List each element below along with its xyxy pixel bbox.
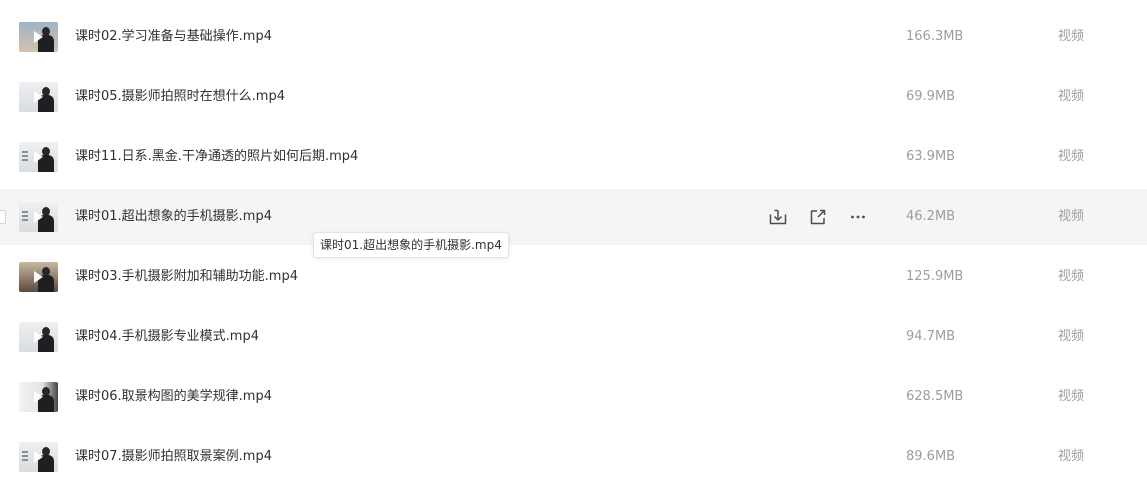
file-name[interactable]: 课时01.超出想象的手机摄影.mp4	[75, 207, 272, 227]
file-name[interactable]: 课时03.手机摄影附加和辅助功能.mp4	[75, 267, 298, 287]
file-row[interactable]: 课时04.手机摄影专业模式.mp4 94.7MB 视频	[0, 309, 1147, 365]
file-type: 视频	[1058, 269, 1085, 284]
file-name[interactable]: 课时05.摄影师拍照时在想什么.mp4	[75, 87, 285, 107]
play-icon	[34, 31, 43, 43]
file-row[interactable]: 课时07.摄影师拍照取景案例.mp4 89.6MB 视频	[0, 429, 1147, 485]
file-type: 视频	[1058, 29, 1085, 44]
file-name[interactable]: 课时06.取景构图的美学规律.mp4	[75, 387, 272, 407]
video-thumbnail	[19, 262, 58, 292]
file-name[interactable]: 课时04.手机摄影专业模式.mp4	[75, 327, 259, 347]
video-thumbnail	[19, 322, 58, 352]
video-thumbnail	[19, 82, 58, 112]
file-size: 94.7MB	[906, 329, 956, 344]
file-type: 视频	[1058, 149, 1085, 164]
file-type: 视频	[1058, 209, 1085, 224]
file-size: 63.9MB	[906, 149, 956, 164]
file-row[interactable]: 课时05.摄影师拍照时在想什么.mp4 69.9MB 视频	[0, 69, 1147, 125]
file-size: 69.9MB	[906, 89, 956, 104]
play-icon	[34, 451, 43, 463]
video-thumbnail	[19, 202, 58, 232]
file-type: 视频	[1058, 389, 1085, 404]
file-row[interactable]: 课时03.手机摄影附加和辅助功能.mp4 125.9MB 视频	[0, 249, 1147, 305]
file-size: 166.3MB	[906, 29, 964, 44]
filename-tooltip: 课时01.超出想象的手机摄影.mp4	[313, 232, 509, 258]
video-thumbnail	[19, 442, 58, 472]
file-type: 视频	[1058, 89, 1085, 104]
play-icon	[34, 391, 43, 403]
play-icon	[34, 211, 43, 223]
file-row[interactable]: 课时11.日系.黑金.干净通透的照片如何后期.mp4 63.9MB 视频	[0, 129, 1147, 185]
file-type: 视频	[1058, 449, 1085, 464]
file-size: 628.5MB	[906, 389, 964, 404]
file-row-hovered[interactable]: 课时01.超出想象的手机摄影.mp4 46.2MB 视频	[0, 189, 1147, 245]
file-row[interactable]: 课时02.学习准备与基础操作.mp4 166.3MB 视频	[0, 9, 1147, 65]
file-row[interactable]: 课时06.取景构图的美学规律.mp4 628.5MB 视频	[0, 369, 1147, 425]
share-icon[interactable]	[806, 205, 830, 229]
file-size: 89.6MB	[906, 449, 956, 464]
file-name[interactable]: 课时02.学习准备与基础操作.mp4	[75, 27, 272, 47]
video-thumbnail	[19, 22, 58, 52]
download-icon[interactable]	[766, 205, 790, 229]
play-icon	[34, 91, 43, 103]
file-list: 课时02.学习准备与基础操作.mp4 166.3MB 视频 课时05.摄影师拍照…	[0, 0, 1147, 502]
more-icon[interactable]	[846, 205, 870, 229]
video-thumbnail	[19, 142, 58, 172]
file-name[interactable]: 课时07.摄影师拍照取景案例.mp4	[75, 447, 272, 467]
file-name[interactable]: 课时11.日系.黑金.干净通透的照片如何后期.mp4	[75, 147, 358, 167]
row-checkbox[interactable]	[0, 210, 6, 224]
play-icon	[34, 151, 43, 163]
video-thumbnail	[19, 382, 58, 412]
play-icon	[34, 331, 43, 343]
file-size: 46.2MB	[906, 209, 956, 224]
file-size: 125.9MB	[906, 269, 964, 284]
file-type: 视频	[1058, 329, 1085, 344]
play-icon	[34, 271, 43, 283]
